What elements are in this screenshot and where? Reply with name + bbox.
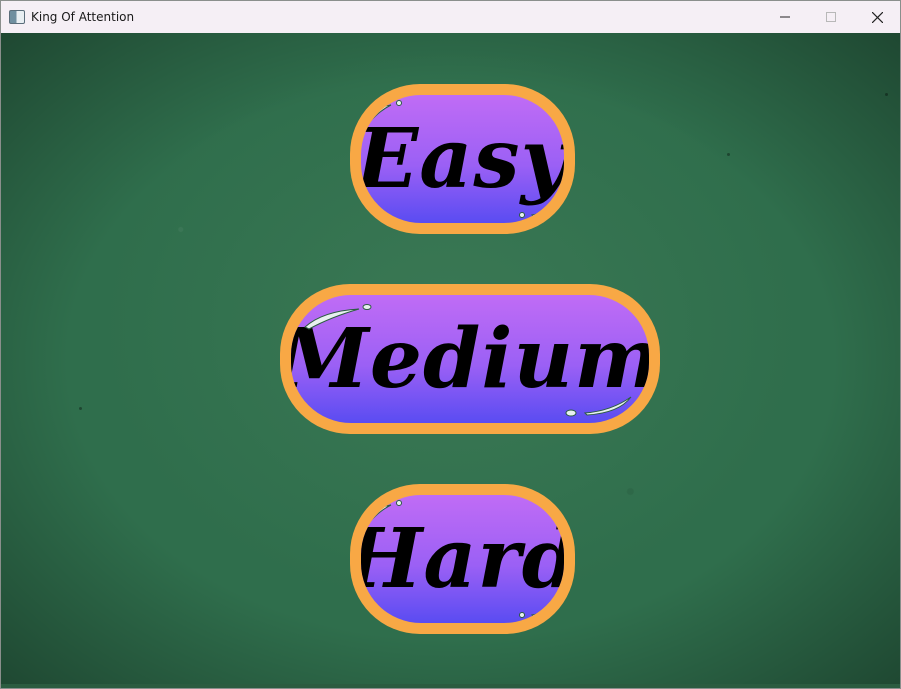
- background-speck: [79, 407, 82, 410]
- background-speck: [885, 93, 888, 96]
- background-speck: [727, 153, 730, 156]
- sparkle-icon: [366, 100, 402, 124]
- minimize-icon: [780, 16, 790, 18]
- game-background: Easy Medium ar: [1, 33, 900, 688]
- window-title: King Of Attention: [31, 10, 135, 24]
- sparkle-icon: [366, 500, 402, 524]
- minimize-button[interactable]: [762, 1, 808, 33]
- close-icon: [871, 11, 883, 23]
- hard-button[interactable]: Hard: [350, 484, 575, 634]
- app-window-icon: [9, 10, 25, 24]
- medium-button[interactable]: Medium: [280, 284, 660, 434]
- maximize-button[interactable]: [808, 1, 854, 33]
- bottom-edge: [1, 684, 900, 688]
- close-button[interactable]: [854, 1, 900, 33]
- hard-label: Hard: [361, 511, 564, 607]
- medium-button-face: Medium: [291, 295, 649, 423]
- app-window: King Of Attention Easy Medium ar: [0, 0, 901, 689]
- hard-button-face: Hard: [361, 495, 564, 623]
- easy-label: Easy: [361, 111, 564, 207]
- sparkle-icon: [304, 304, 372, 330]
- easy-button-face: Easy: [361, 95, 564, 223]
- window-controls: [762, 1, 900, 33]
- easy-button[interactable]: Easy: [350, 84, 575, 234]
- sparkle-icon: [519, 600, 557, 618]
- maximize-icon: [826, 12, 836, 22]
- sparkle-icon: [565, 396, 632, 417]
- title-bar[interactable]: King Of Attention: [1, 1, 900, 33]
- sparkle-icon: [519, 200, 557, 218]
